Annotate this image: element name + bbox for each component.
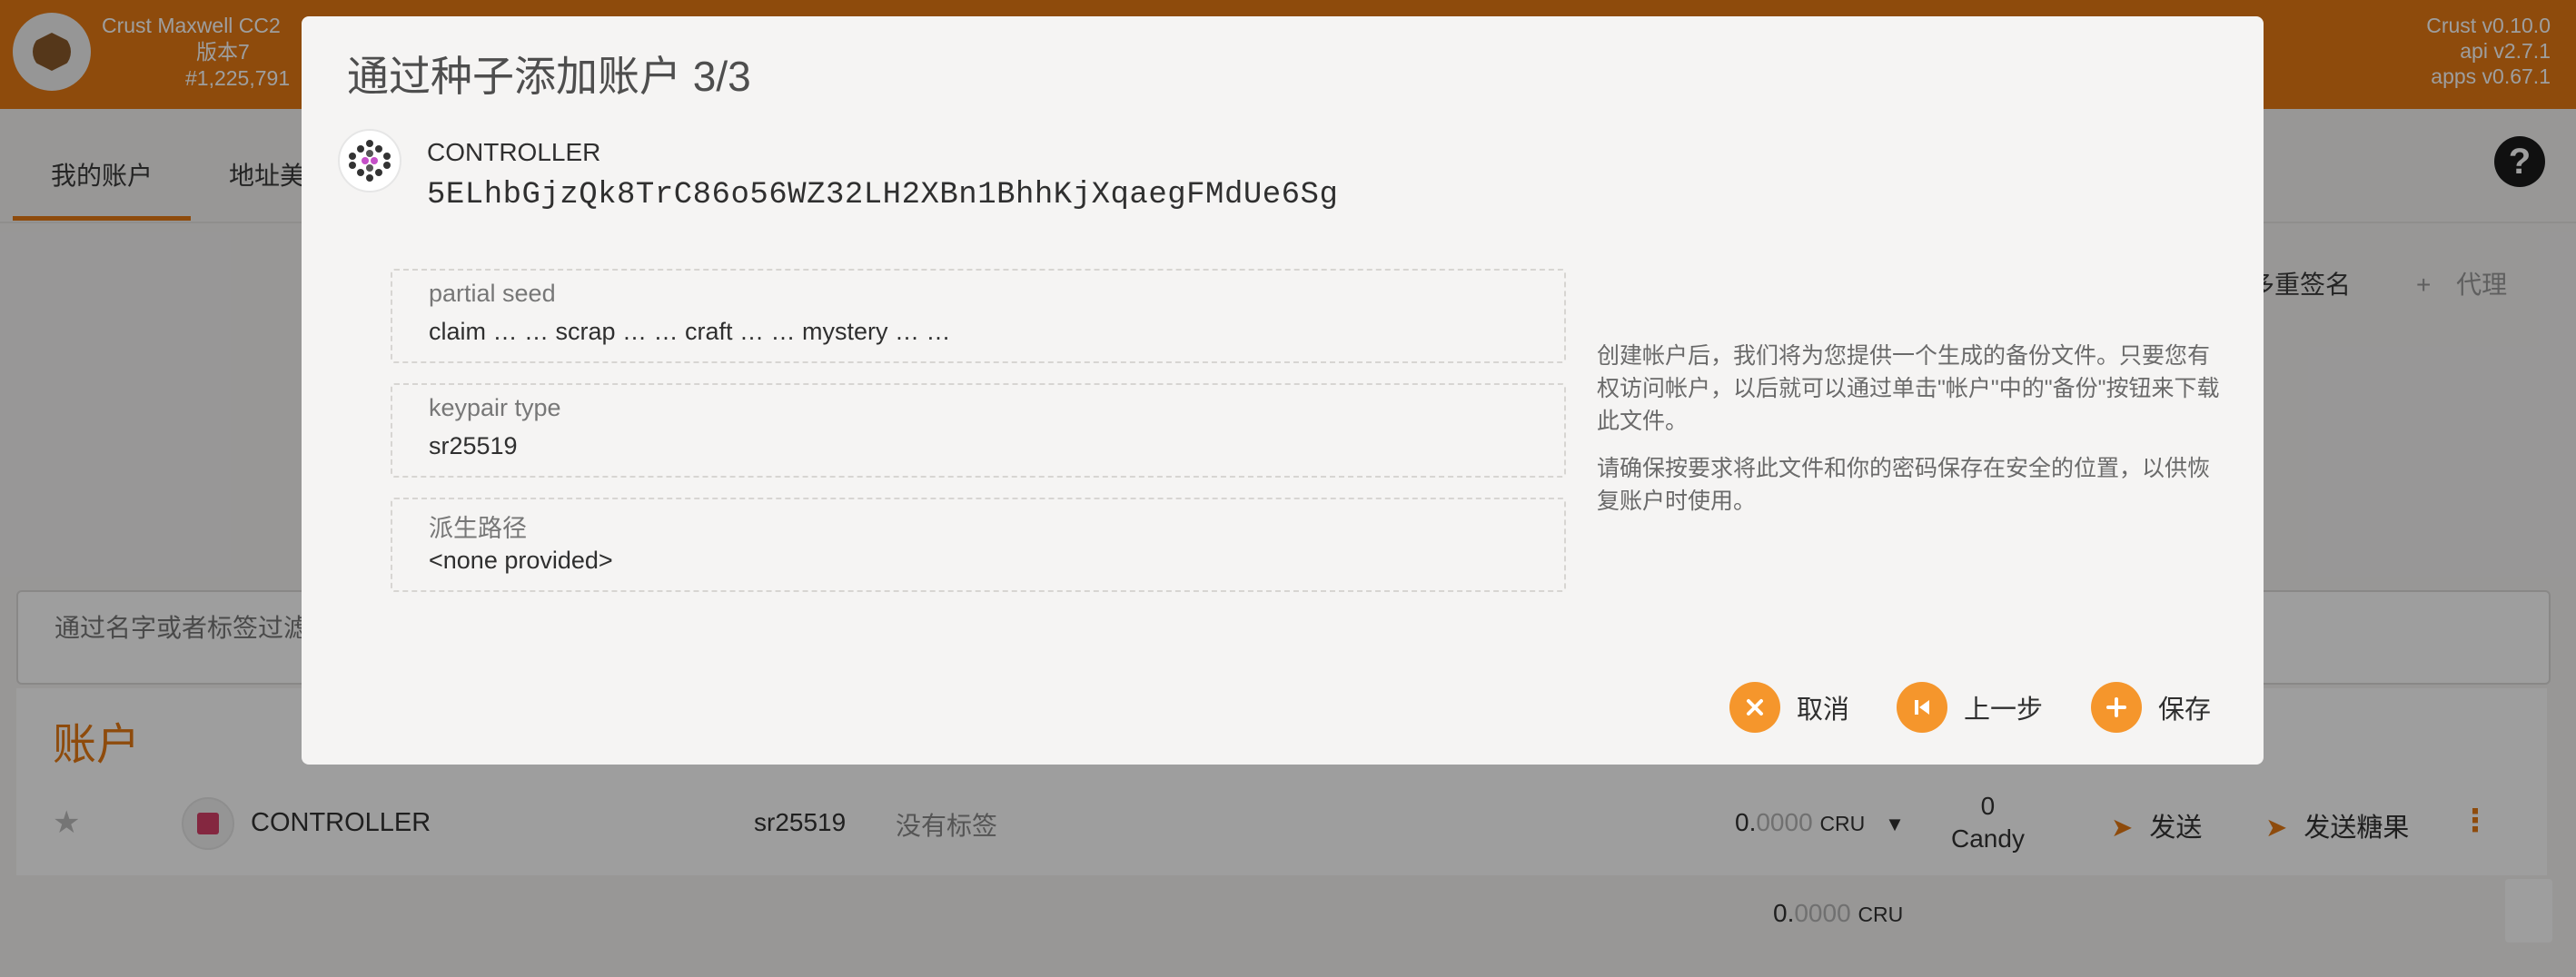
cancel-label: 取消 (1797, 696, 1850, 725)
add-account-modal: 通过种子添加账户 3/3 CONTROLLER 5ELhbGjzQk8TrC86… (302, 16, 2264, 765)
plus-icon (2091, 682, 2142, 733)
derivation-path-field: 派生路径 <none provided> (391, 498, 1566, 592)
save-button[interactable]: 保存 (2091, 681, 2211, 734)
modal-title: 通过种子添加账户 3/3 (347, 53, 751, 100)
partial-seed-value: claim … … scrap … … craft … … mystery … … (429, 318, 951, 345)
help-paragraph-backup: 创建帐户后，我们将为您提供一个生成的备份文件。只要您有权访问帐户，以后就可以通过… (1597, 343, 2220, 434)
help-text: 创建帐户后，我们将为您提供一个生成的备份文件。只要您有权访问帐户，以后就可以通过… (1597, 340, 2224, 532)
previous-label: 上一步 (1964, 696, 2044, 725)
modal-account-address: 5ELhbGjzQk8TrC86o56WZ32LH2XBn1BhhKjXqaeg… (427, 178, 1339, 212)
derivation-path-value: <none provided> (429, 547, 613, 574)
keypair-type-value: sr25519 (429, 432, 518, 459)
partial-seed-label: partial seed (429, 280, 556, 307)
save-label: 保存 (2158, 696, 2212, 725)
skip-back-icon (1897, 682, 1947, 733)
previous-button[interactable]: 上一步 (1897, 681, 2043, 734)
partial-seed-field: partial seed claim … … scrap … … craft …… (391, 269, 1566, 363)
keypair-type-field: keypair type sr25519 (391, 383, 1566, 478)
identicon-icon[interactable] (338, 129, 401, 192)
modal-account-name: CONTROLLER (427, 138, 601, 166)
help-paragraph-safety: 请确保按要求将此文件和你的密码保存在安全的位置，以供恢复账户时使用。 (1597, 456, 2211, 514)
derivation-path-label: 派生路径 (429, 515, 527, 542)
cancel-button[interactable]: 取消 (1729, 681, 1849, 734)
keypair-type-label: keypair type (429, 394, 561, 421)
x-icon (1729, 682, 1780, 733)
